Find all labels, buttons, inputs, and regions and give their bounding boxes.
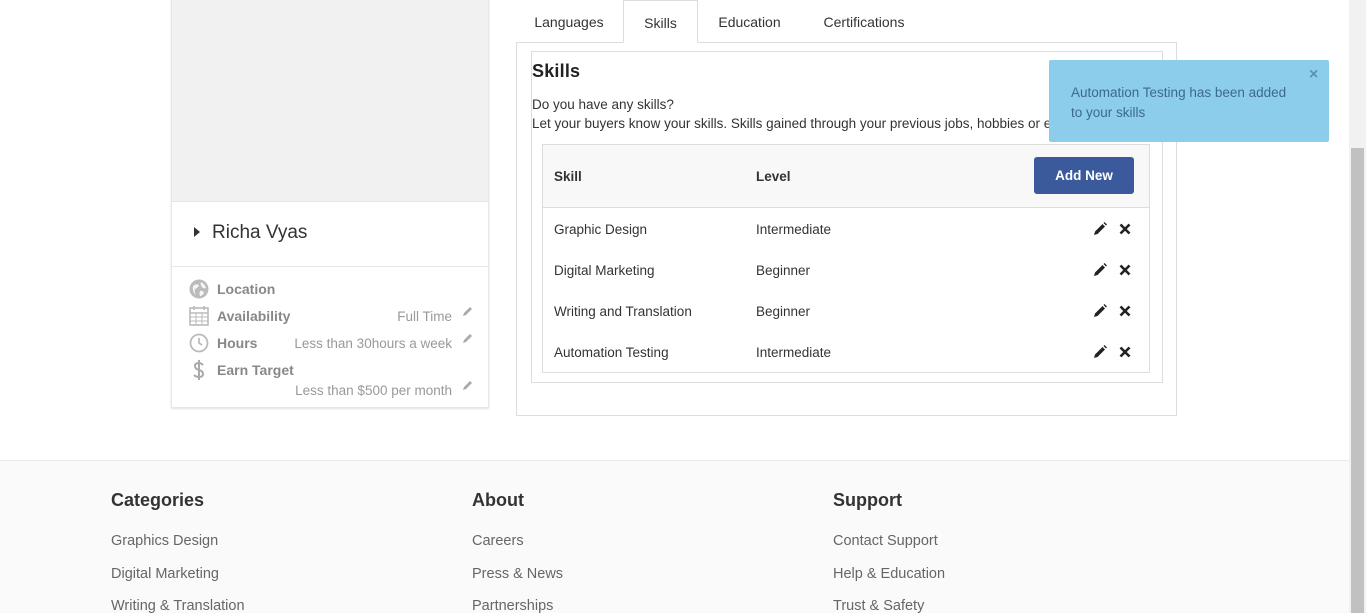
availability-value: Full Time [397, 309, 452, 324]
caret-right-icon[interactable] [194, 227, 200, 237]
tab-education[interactable]: Education [703, 0, 796, 43]
skills-description: Let your buyers know your skills. Skills… [532, 116, 1062, 131]
add-new-button[interactable]: Add New [1034, 157, 1134, 194]
edit-pencil-icon[interactable] [1093, 345, 1107, 359]
footer-link[interactable]: Careers [472, 533, 524, 549]
page-scrollbar[interactable] [1349, 0, 1366, 613]
table-header: Skill Level Add New [543, 145, 1149, 208]
earn-target-label: Earn Target [217, 362, 294, 378]
availability-label: Availability [217, 308, 291, 324]
level-cell: Beginner [756, 304, 811, 319]
edit-pencil-icon[interactable] [1093, 222, 1107, 236]
level-cell: Beginner [756, 263, 811, 278]
info-row-availability: Availability Full Time [172, 305, 488, 329]
profile-name: Richa Vyas [212, 222, 308, 243]
skill-cell: Writing and Translation [554, 304, 692, 319]
footer-heading: Categories [111, 490, 205, 510]
toast-message: Automation Testing has been added to you… [1071, 85, 1287, 120]
scrollbar-thumb[interactable] [1351, 148, 1364, 613]
hours-value: Less than 30hours a week [294, 336, 452, 351]
edit-pencil-icon[interactable] [1093, 304, 1107, 318]
edit-pencil-icon[interactable] [1093, 263, 1107, 277]
globe-icon [189, 279, 209, 299]
earn-target-value: Less than $500 per month [295, 383, 452, 398]
edit-availability-icon[interactable] [462, 305, 474, 317]
tab-languages[interactable]: Languages [520, 0, 618, 43]
skills-table: Skill Level Add New Graphic Design Inter… [542, 144, 1150, 373]
column-level-header: Level [756, 169, 791, 184]
footer-link[interactable]: Trust & Safety [833, 598, 924, 613]
profile-card: Richa Vyas Location Availability Full Ti… [171, 0, 489, 408]
toast-close-icon[interactable]: × [1309, 66, 1318, 84]
skill-cell: Digital Marketing [554, 263, 655, 278]
page: Richa Vyas Location Availability Full Ti… [0, 0, 1366, 613]
footer-link[interactable]: Digital Marketing [111, 566, 219, 582]
table-row: Graphic Design Intermediate [543, 209, 1149, 250]
skills-question: Do you have any skills? [532, 97, 674, 112]
footer-heading: Support [833, 490, 902, 510]
skills-title: Skills [532, 61, 581, 81]
delete-x-icon[interactable] [1119, 305, 1131, 317]
footer-heading: About [472, 490, 524, 510]
footer-link[interactable]: Writing & Translation [111, 598, 245, 613]
footer: Categories Graphics Design Digital Marke… [0, 460, 1349, 613]
dollar-icon [193, 360, 205, 380]
calendar-icon [189, 306, 209, 326]
success-toast: Automation Testing has been added to you… [1049, 60, 1329, 142]
skill-cell: Graphic Design [554, 222, 648, 237]
delete-x-icon[interactable] [1119, 264, 1131, 276]
location-label: Location [217, 281, 276, 297]
profile-photo [172, 0, 488, 201]
profile-name-row[interactable]: Richa Vyas [172, 201, 488, 267]
edit-earn-target-icon[interactable] [462, 379, 474, 391]
footer-link[interactable]: Help & Education [833, 566, 945, 582]
footer-link[interactable]: Graphics Design [111, 533, 218, 549]
clock-icon [189, 333, 209, 353]
level-cell: Intermediate [756, 345, 832, 360]
info-row-hours: Hours Less than 30hours a week [172, 332, 488, 356]
footer-link[interactable]: Contact Support [833, 533, 938, 549]
tab-certifications[interactable]: Certifications [806, 0, 922, 43]
table-row: Digital Marketing Beginner [543, 250, 1149, 291]
edit-hours-icon[interactable] [462, 332, 474, 344]
table-row: Writing and Translation Beginner [543, 291, 1149, 332]
footer-link[interactable]: Partnerships [472, 598, 553, 613]
table-row: Automation Testing Intermediate [543, 332, 1149, 373]
footer-link[interactable]: Press & News [472, 566, 563, 582]
column-skill-header: Skill [554, 169, 582, 184]
level-cell: Intermediate [756, 222, 832, 237]
delete-x-icon[interactable] [1119, 346, 1131, 358]
skill-cell: Automation Testing [554, 345, 669, 360]
hours-label: Hours [217, 335, 258, 351]
info-row-location: Location [172, 278, 488, 302]
tab-skills[interactable]: Skills [623, 0, 698, 43]
delete-x-icon[interactable] [1119, 223, 1131, 235]
info-row-earn-target: Earn Target Less than $500 per month [172, 359, 488, 403]
